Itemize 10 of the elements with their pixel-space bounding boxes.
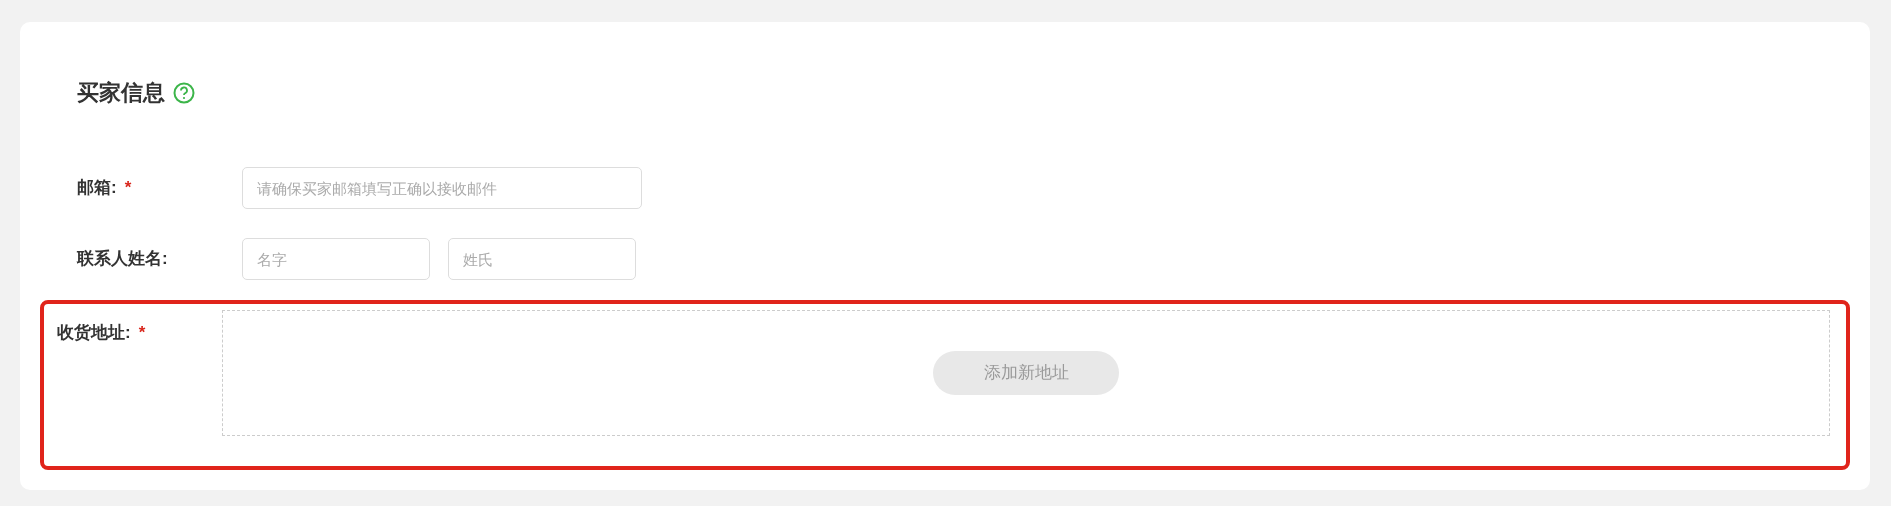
field-label: 收货地址: bbox=[57, 323, 131, 342]
input-field[interactable]: 请确保买家邮箱填写正确以接收邮件 bbox=[242, 167, 642, 209]
field-label: 邮箱: bbox=[77, 178, 117, 198]
required-mark: * bbox=[138, 323, 146, 342]
input-field[interactable]: 名字 bbox=[242, 238, 430, 280]
field-label: 联系人姓名: bbox=[77, 249, 168, 269]
input-field[interactable]: 姓氏 bbox=[448, 238, 636, 280]
required-mark: * bbox=[124, 178, 132, 198]
help-icon[interactable] bbox=[173, 81, 195, 104]
section-title: 买家信息 bbox=[77, 79, 165, 107]
